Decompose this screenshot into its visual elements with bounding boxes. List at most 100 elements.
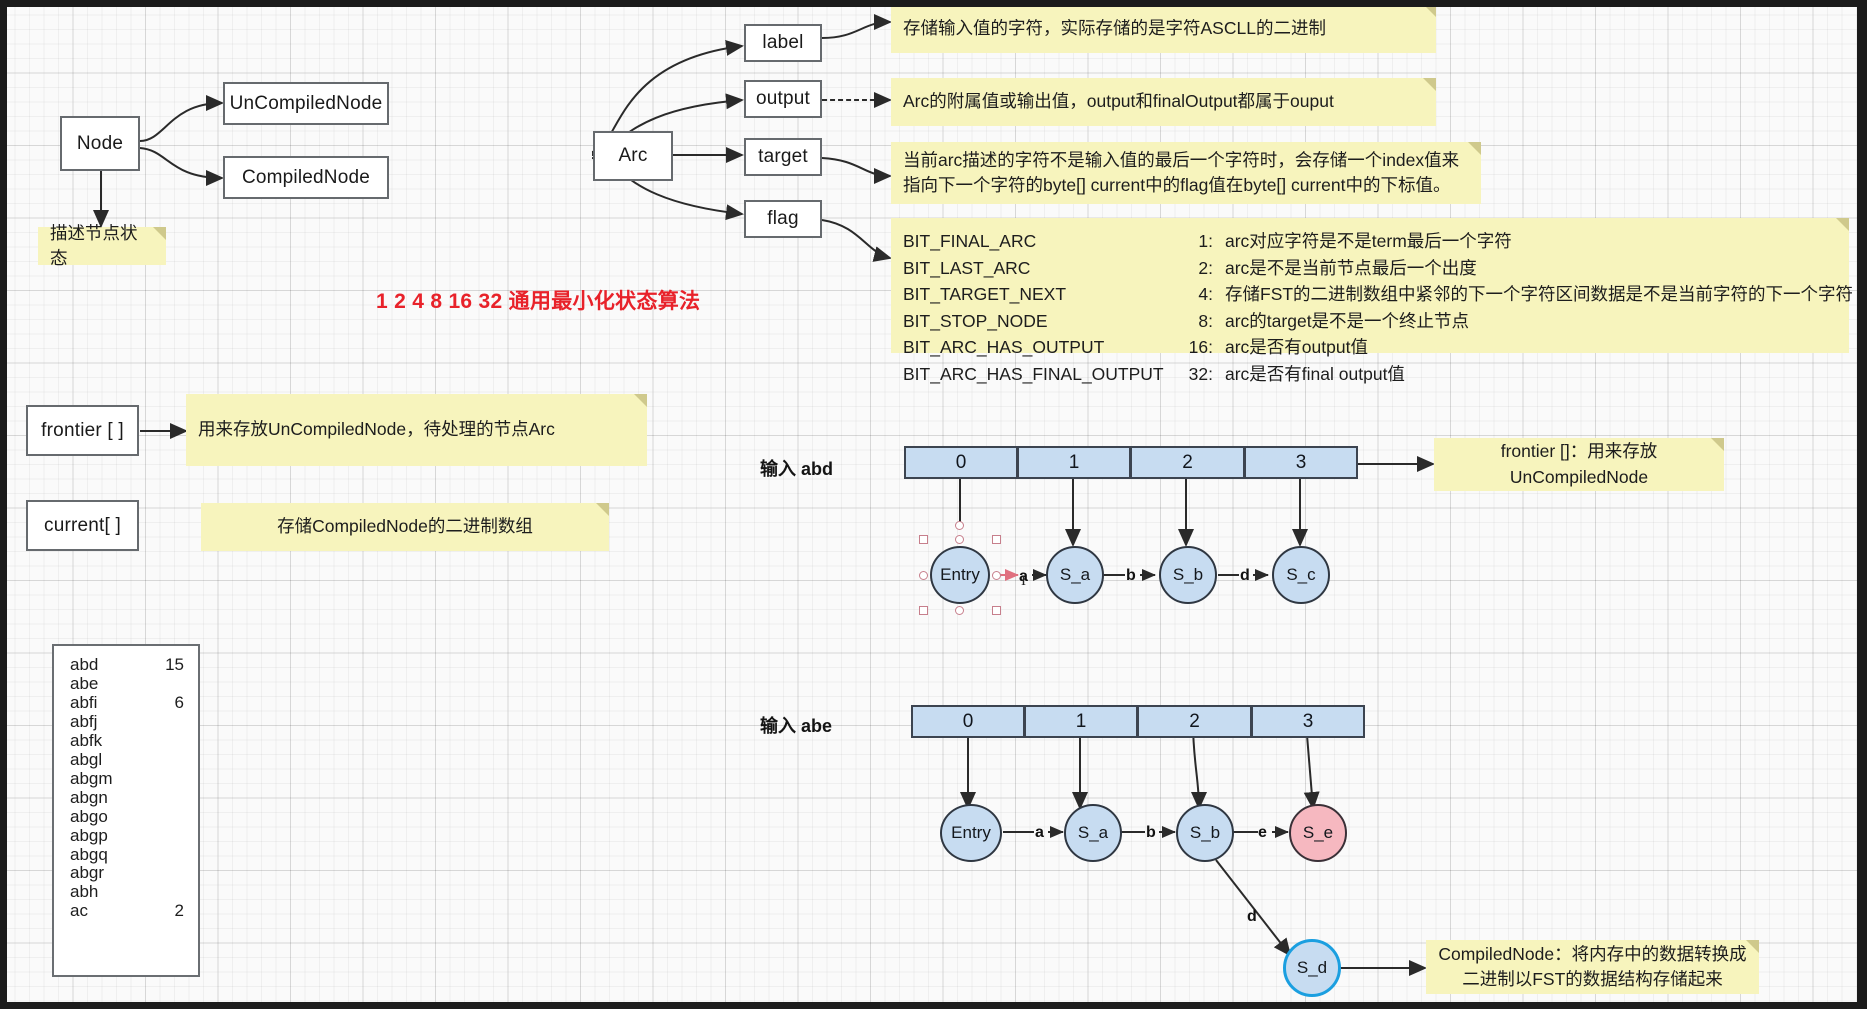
flag-value: 4: (1198, 284, 1213, 305)
word-value (162, 808, 184, 827)
box-arc-target-field[interactable]: target (744, 138, 822, 176)
note-fold-icon (596, 503, 609, 516)
note-arc-label[interactable]: 存储输入值的字符，实际存储的是字符ASCLL的二进制 (891, 4, 1436, 53)
word-value: 6 (174, 692, 184, 712)
note-current-text: 存储CompiledNode的二进制数组 (277, 516, 533, 537)
note-compilednode-line2: 二进制以FST的数据结构存储起来 (1462, 969, 1723, 989)
array-cell[interactable]: 3 (1244, 446, 1358, 479)
selection-handle-ne[interactable] (992, 535, 1001, 544)
box-arc[interactable]: Arc (593, 131, 673, 181)
fst-abe-node-s-d[interactable]: S_d (1283, 939, 1341, 997)
list-item: abgl (70, 749, 184, 770)
flag-name: BIT_ARC_HAS_FINAL_OUTPUT (903, 363, 1164, 384)
list-item: abe (70, 674, 184, 694)
note-frontier-uncompilednode[interactable]: frontier []：用来存放 UnCompiledNode (1434, 438, 1724, 491)
flag-name: BIT_ARC_HAS_OUTPUT (903, 337, 1105, 358)
selection-handle-se[interactable] (992, 606, 1001, 615)
page-title: 1 2 4 8 16 32 通用最小化状态算法 (376, 290, 701, 313)
array-cell[interactable]: 2 (1130, 446, 1244, 479)
flag-row: BIT_ARC_HAS_FINAL_OUTPUT 32: arc是否有final… (903, 361, 1837, 388)
note-compilednode[interactable]: CompiledNode：将内存中的数据转换成 二进制以FST的数据结构存储起来 (1426, 940, 1759, 994)
word: abfi (70, 692, 98, 712)
note-compilednode-line1: CompiledNode：将内存中的数据转换成 (1438, 943, 1747, 964)
word: ac (70, 901, 88, 921)
fst-abd-array[interactable]: 0 1 2 3 (904, 446, 1358, 479)
array-cell[interactable]: 1 (1017, 446, 1130, 479)
fst-abe-node-entry[interactable]: Entry (940, 804, 1002, 862)
fst-abe-edge-a: a (1035, 824, 1044, 841)
word-value (162, 713, 184, 732)
box-uncompilednode-label: UnCompiledNode (229, 92, 383, 114)
word: abgr (70, 863, 105, 883)
flag-desc: arc是不是当前节点最后一个出度 (1225, 257, 1477, 278)
note-node-state-text: 描述节点状态 (50, 222, 138, 268)
fst-abd-node-s-a[interactable]: S_a (1046, 546, 1104, 604)
flag-value: 1: (1198, 231, 1213, 251)
box-uncompilednode[interactable]: UnCompiledNode (223, 82, 389, 125)
flag-desc: arc对应字符是不是term最后一个字符 (1225, 231, 1512, 251)
flag-row: BIT_STOP_NODE 8: arc的target是不是一个终止节点 (903, 308, 1837, 335)
fst-abd-edge-d: d (1240, 567, 1250, 584)
note-arc-output[interactable]: Arc的附属值或输出值，output和finalOutput都属于ouput (891, 78, 1436, 126)
fst-abd-node-entry[interactable]: Entry (930, 546, 990, 604)
box-current[interactable]: current[ ] (26, 500, 139, 551)
selection-handle-rotate[interactable] (955, 521, 964, 530)
flag-desc: arc是否有output值 (1225, 337, 1368, 358)
flag-name: BIT_FINAL_ARC (903, 231, 1037, 251)
list-item: abgp (70, 826, 184, 846)
flag-table: BIT_FINAL_ARC 1: arc对应字符是不是term最后一个字符 BI… (903, 228, 1853, 388)
fst-abe-node-s-b[interactable]: S_b (1176, 804, 1234, 862)
array-cell[interactable]: 3 (1251, 705, 1365, 738)
selection-handle-e[interactable] (992, 571, 1001, 580)
flag-row: BIT_TARGET_NEXT 4: 存储FST的二进制数组中紧邻的下一个字符区… (903, 281, 1853, 308)
note-arc-target[interactable]: 当前arc描述的字符不是输入值的最后一个字符时，会存储一个index值来 指向下… (891, 142, 1481, 204)
box-arc-label-field[interactable]: label (744, 24, 822, 62)
box-arc-flag-field[interactable]: flag (744, 200, 822, 238)
note-arc-target-line2: 指向下一个字符的byte[] current中的flag值在byte[] cur… (903, 175, 1451, 195)
word: abh (70, 882, 99, 902)
word: abgl (70, 749, 103, 769)
note-current[interactable]: 存储CompiledNode的二进制数组 (201, 503, 609, 551)
array-cell[interactable]: 0 (911, 705, 1024, 738)
array-cell[interactable]: 0 (904, 446, 1017, 479)
note-frontier[interactable]: 用来存放UnCompiledNode，待处理的节点Arc (186, 394, 647, 466)
note-node-state[interactable]: 描述节点状态 (38, 223, 166, 268)
box-arc-output-field[interactable]: output (744, 80, 822, 118)
selection-handle-w[interactable] (919, 571, 928, 580)
word-value: 2 (174, 901, 184, 921)
flag-value: 32: (1188, 363, 1213, 384)
selection-handle-nw[interactable] (919, 535, 928, 544)
box-flag-text: flag (767, 208, 799, 229)
fst-abe-array[interactable]: 0 1 2 3 (911, 705, 1365, 738)
selection-handle-n[interactable] (955, 535, 964, 544)
note-fold-icon (153, 227, 166, 240)
note-arc-label-text: 存储输入值的字符，实际存储的是字符ASCLL的二进制 (903, 17, 1326, 38)
list-item: abgr (70, 864, 184, 883)
array-cell[interactable]: 1 (1024, 705, 1137, 738)
array-cell[interactable]: 2 (1137, 705, 1251, 738)
fst-abe-edge-d: d (1247, 908, 1257, 925)
flag-name: BIT_LAST_ARC (903, 257, 1031, 278)
word-value (162, 732, 184, 751)
word-list[interactable]: abd 15 abe abfi 6 abfj abfk abgl abgm abgn… (52, 644, 200, 977)
list-item: abh (70, 882, 184, 902)
box-compilednode[interactable]: CompiledNode (223, 156, 389, 199)
note-arc-flags[interactable]: BIT_FINAL_ARC 1: arc对应字符是不是term最后一个字符 BI… (891, 218, 1853, 384)
fst-abe-node-s-e[interactable]: S_e (1289, 804, 1347, 862)
fst-abe-node-s-a[interactable]: S_a (1064, 804, 1122, 862)
fst-abe-edge-e: e (1258, 824, 1267, 841)
diagram-canvas[interactable]: Node UnCompiledNode CompiledNode 描述节点状态 … (0, 0, 1867, 1009)
word-value (162, 827, 184, 846)
selection-handle-sw[interactable] (919, 606, 928, 615)
selection-handle-s[interactable] (955, 606, 964, 615)
fst-abe-input-label: 输入 abe (760, 716, 833, 736)
fst-abd-node-s-b[interactable]: S_b (1159, 546, 1217, 604)
word: abgn (70, 787, 108, 807)
word: abfj (70, 711, 98, 731)
box-frontier[interactable]: frontier [ ] (26, 405, 139, 456)
word: abgo (70, 806, 108, 826)
fst-abd-node-s-c[interactable]: S_c (1272, 546, 1330, 604)
word-value (162, 864, 184, 883)
flag-desc: arc的target是不是一个终止节点 (1225, 310, 1470, 331)
box-node[interactable]: Node (60, 116, 140, 171)
